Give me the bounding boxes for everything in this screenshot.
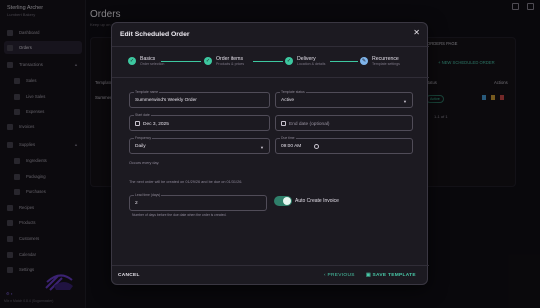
frequency-select[interactable]: Frequency Daily ▼ xyxy=(129,136,270,154)
step-connector xyxy=(253,61,283,62)
field-label: Frequency xyxy=(134,136,153,140)
field-value: Summerwind's Weekly Order xyxy=(135,98,197,103)
template-name-field[interactable]: Template name Summerwind's Weekly Order xyxy=(129,90,270,108)
recurrence-summary: Occurs every day. xyxy=(129,161,160,165)
toggle-knob xyxy=(283,197,291,205)
step-description: Products & prices xyxy=(216,62,245,66)
step-description: Template settings xyxy=(372,62,400,66)
step-connector xyxy=(161,61,201,62)
dialog-title: Edit Scheduled Order xyxy=(120,31,190,38)
lead-time-help: Number of days before the due date when … xyxy=(132,213,227,217)
check-icon: ✓ xyxy=(204,57,212,65)
divider xyxy=(112,77,429,78)
calendar-icon[interactable] xyxy=(135,121,140,126)
divider xyxy=(112,46,429,47)
cancel-button[interactable]: CANCEL xyxy=(118,273,140,278)
step-description: Location & details xyxy=(297,62,326,66)
end-date-field[interactable]: End date (optional) xyxy=(275,115,413,131)
save-template-button[interactable]: ▣ SAVE TEMPLATE xyxy=(366,273,416,278)
pencil-icon: ✎ xyxy=(360,57,368,65)
divider xyxy=(112,265,429,266)
previous-button[interactable]: ‹ PREVIOUS xyxy=(324,273,355,278)
auto-create-invoice-label: Auto Create Invoice xyxy=(295,198,339,204)
due-time-field[interactable]: Due time 09:00 AM xyxy=(275,136,413,154)
field-value: 2 xyxy=(135,201,138,206)
save-template-label: SAVE TEMPLATE xyxy=(372,273,416,278)
field-value: 09:00 AM xyxy=(281,144,302,149)
step-order-items[interactable]: ✓ Order items Products & prices xyxy=(204,56,244,66)
auto-create-invoice-toggle[interactable] xyxy=(274,196,292,206)
field-label: Template name xyxy=(134,90,160,94)
field-label: Due time xyxy=(280,136,296,140)
step-delivery[interactable]: ✓ Delivery Location & details xyxy=(285,56,325,66)
next-order-info: The next order will be created on 01/29/… xyxy=(129,180,243,184)
close-icon[interactable]: ✕ xyxy=(413,29,420,37)
clock-icon[interactable] xyxy=(314,144,319,149)
check-icon: ✓ xyxy=(285,57,293,65)
step-recurrence[interactable]: ✎ Recurrence Template settings xyxy=(360,56,400,66)
caret-down-icon: ▼ xyxy=(403,99,407,104)
edit-scheduled-order-dialog: Edit Scheduled Order ✕ ✓ Basics Order sel… xyxy=(111,22,429,285)
field-value: Daily xyxy=(135,144,146,149)
step-description: Order selection xyxy=(140,62,165,66)
calendar-icon[interactable] xyxy=(281,121,286,126)
start-date-field[interactable]: Start date Dec 3, 2025 xyxy=(129,113,270,131)
step-basics[interactable]: ✓ Basics Order selection xyxy=(128,56,164,66)
check-icon: ✓ xyxy=(128,57,136,65)
field-label: Start date xyxy=(134,113,151,117)
field-value: Dec 3, 2025 xyxy=(143,122,169,127)
step-connector xyxy=(330,61,358,62)
field-value: Active xyxy=(281,98,295,103)
lead-time-field[interactable]: Lead time (days) 2 xyxy=(129,193,267,211)
template-status-select[interactable]: Template status Active ▼ xyxy=(275,90,413,108)
field-label: Lead time (days) xyxy=(134,193,162,197)
field-label: Template status xyxy=(280,90,306,94)
field-placeholder: End date (optional) xyxy=(289,122,330,127)
caret-down-icon: ▼ xyxy=(260,145,264,150)
